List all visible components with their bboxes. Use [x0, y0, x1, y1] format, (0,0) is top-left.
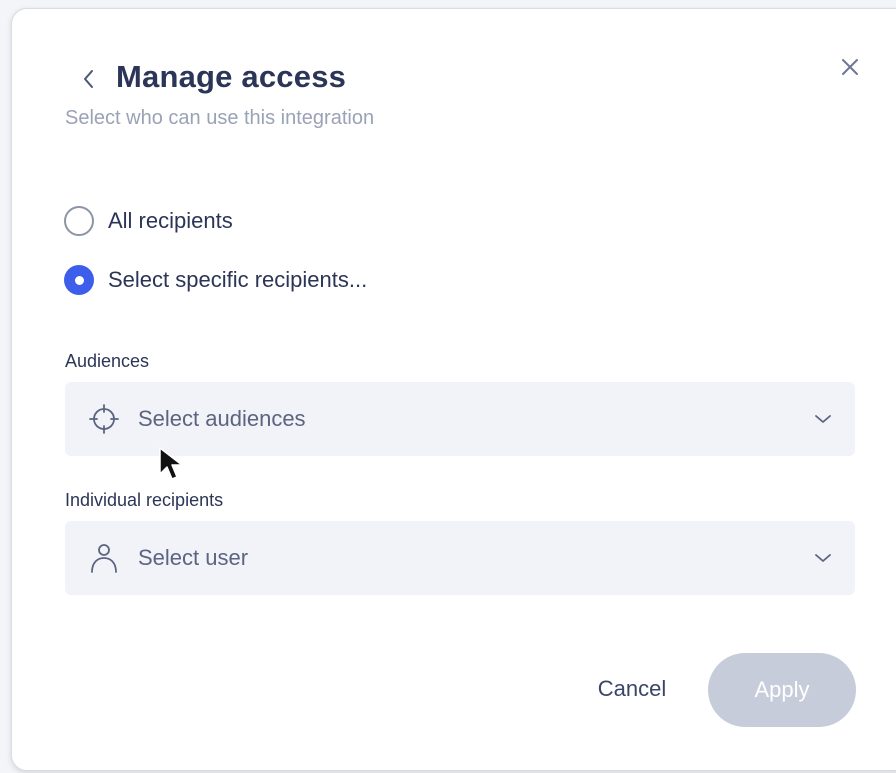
radio-label: All recipients	[108, 208, 233, 233]
individual-recipients-label: Individual recipients	[65, 490, 224, 510]
user-placeholder: Select user	[138, 545, 249, 570]
chevron-down-icon	[811, 546, 835, 570]
cancel-button[interactable]: Cancel	[582, 659, 682, 719]
dialog-title: Manage access	[116, 59, 347, 94]
mouse-pointer-icon	[159, 447, 183, 480]
audiences-select[interactable]: Select audiences	[65, 382, 855, 456]
chevron-down-icon	[811, 407, 835, 431]
radio-dot	[74, 275, 84, 285]
close-icon	[842, 59, 858, 75]
radio-specific-recipients[interactable]: Select specific recipients...	[64, 265, 367, 295]
close-button[interactable]	[834, 51, 866, 83]
back-button[interactable]	[72, 61, 104, 97]
manage-access-dialog: Manage access Select who can use this in…	[11, 8, 896, 771]
radio-button-checked[interactable]	[64, 265, 94, 295]
dialog-subtitle: Select who can use this integration	[65, 107, 375, 129]
user-icon	[87, 541, 121, 575]
radio-all-recipients[interactable]: All recipients	[64, 206, 233, 236]
audiences-label: Audiences	[65, 351, 150, 371]
crosshair-icon	[87, 402, 121, 436]
chevron-left-icon	[84, 70, 93, 88]
radio-label: Select specific recipients...	[108, 267, 368, 292]
apply-button[interactable]: Apply	[708, 653, 856, 727]
individual-recipients-select[interactable]: Select user	[65, 521, 855, 595]
audiences-placeholder: Select audiences	[138, 406, 306, 431]
radio-button[interactable]	[64, 206, 94, 236]
